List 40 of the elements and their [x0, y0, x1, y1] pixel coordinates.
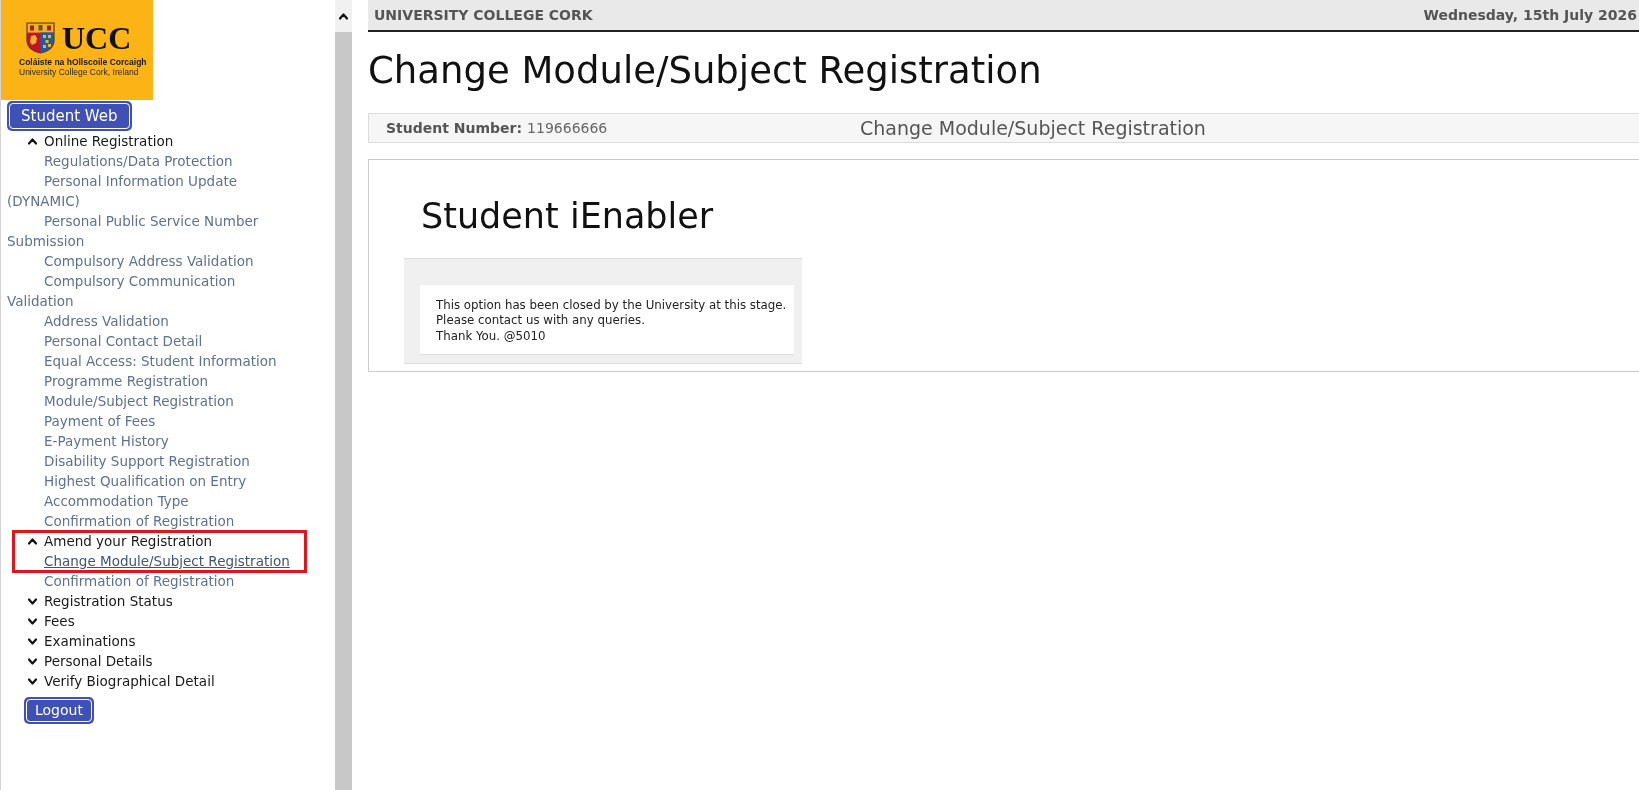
page-title: Change Module/Subject Registration [368, 49, 1042, 93]
menu-link[interactable]: Confirmation of Registration [44, 513, 235, 529]
scroll-up-icon[interactable] [339, 12, 348, 20]
menu-section-toggle[interactable]: Online Registration [28, 133, 174, 149]
shield-icon [26, 22, 55, 54]
menu-link[interactable]: Personal Contact Detail [44, 333, 203, 349]
menu-link[interactable]: Compulsory Communication Validation [7, 271, 298, 311]
student-web-button[interactable]: Student Web [7, 101, 132, 131]
menu-link[interactable]: Accommodation Type [44, 493, 189, 509]
menu-link[interactable]: Personal Information Update (DYNAMIC) [7, 171, 298, 211]
menu-link[interactable]: Programme Registration [44, 373, 209, 389]
menu-link[interactable]: Regulations/Data Protection [44, 153, 233, 169]
date-text: Wednesday, 15th July 2026 [1423, 5, 1637, 25]
menu-section-toggle[interactable]: Amend your Registration [28, 533, 213, 549]
logo-caption: Coláiste na hOllscoile Corcaigh [19, 57, 147, 67]
menu-section-toggle[interactable]: Fees [28, 613, 75, 629]
panel-title: Student iEnabler [421, 196, 714, 236]
menu-link[interactable]: Personal Public Service Number Submission [7, 211, 298, 251]
field-label: Student Number: [386, 118, 523, 138]
menu-link[interactable]: Address Validation [44, 313, 169, 329]
menu-link[interactable]: Change Module/Subject Registration [44, 553, 290, 569]
menu-link[interactable]: Module/Subject Registration [44, 393, 234, 409]
menu-section-toggle[interactable]: Personal Details [28, 653, 153, 669]
menu-link[interactable]: Confirmation of Registration [44, 573, 235, 589]
menu-section-toggle[interactable]: Registration Status [28, 593, 173, 609]
menu-section-toggle[interactable]: Verify Biographical Detail [28, 673, 215, 689]
menu-link[interactable]: E-Payment History [44, 433, 169, 449]
menu-link[interactable]: Highest Qualification on Entry [44, 473, 247, 489]
menu-link[interactable]: Payment of Fees [44, 413, 156, 429]
notice-text: This option has been closed by the University at this stage. Please contact us with any queries. Thank You. @5010 [436, 298, 787, 344]
logo-wordmark: UCC [62, 22, 132, 54]
menu-link[interactable]: Compulsory Address Validation [44, 253, 254, 269]
logo-caption: University College Cork, Ireland [19, 67, 139, 77]
menu-link[interactable]: Disability Support Registration [44, 453, 250, 469]
page-subtitle: Change Module/Subject Registration [860, 115, 1206, 141]
menu-link[interactable]: Equal Access: Student Information [44, 353, 277, 369]
student-number: 119666666 [527, 118, 608, 138]
institution-name: UNIVERSITY COLLEGE CORK [374, 5, 593, 25]
logout-button[interactable]: Logout [24, 697, 94, 724]
menu-section-toggle[interactable]: Examinations [28, 633, 136, 649]
